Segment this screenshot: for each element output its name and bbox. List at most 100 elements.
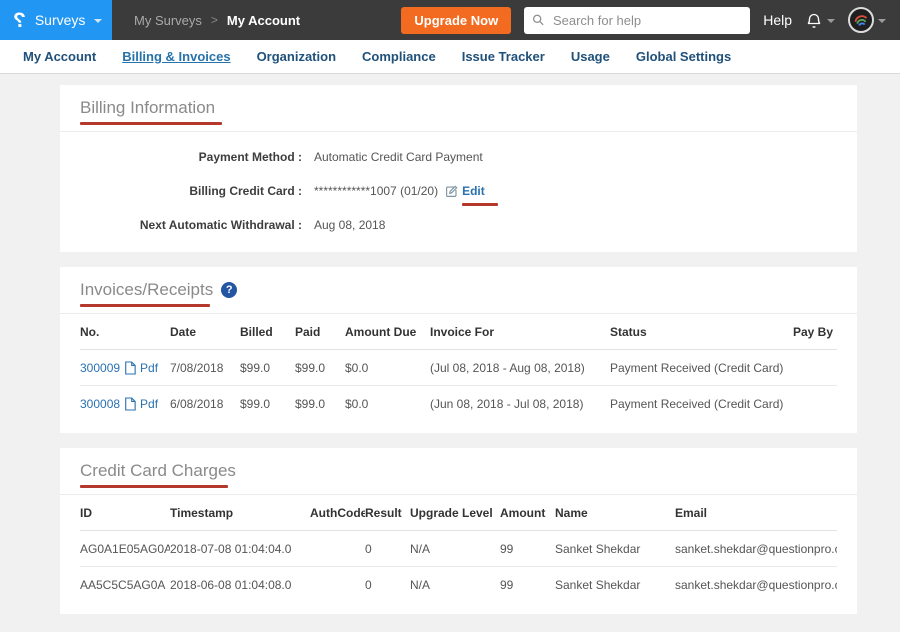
credit-card-charges-panel: Credit Card Charges ID Timestamp AuthCod… bbox=[60, 448, 857, 614]
invoice-billed: $99.0 bbox=[240, 386, 295, 422]
col-id: ID bbox=[80, 495, 170, 531]
avatar bbox=[848, 7, 874, 33]
invoice-paid: $99.0 bbox=[295, 386, 345, 422]
avatar-logo-icon bbox=[850, 9, 872, 31]
next-withdrawal-label: Next Automatic Withdrawal : bbox=[60, 218, 302, 232]
page-content: Billing Information Payment Method : Aut… bbox=[0, 74, 900, 614]
invoice-for: (Jul 08, 2018 - Aug 08, 2018) bbox=[430, 350, 610, 386]
tab-usage[interactable]: Usage bbox=[558, 40, 623, 73]
billing-information-body: Payment Method : Automatic Credit Card P… bbox=[60, 132, 857, 252]
tab-issue-tracker[interactable]: Issue Tracker bbox=[449, 40, 558, 73]
charge-name: Sanket Shekdar bbox=[555, 531, 675, 567]
col-timestamp: Timestamp bbox=[170, 495, 310, 531]
credit-card-charges-header: Credit Card Charges bbox=[60, 448, 857, 495]
invoices-header-row: No. Date Billed Paid Amount Due Invoice … bbox=[80, 314, 837, 350]
help-icon[interactable]: ? bbox=[221, 282, 237, 298]
pdf-file-icon bbox=[124, 397, 136, 411]
tab-billing-invoices[interactable]: Billing & Invoices bbox=[109, 40, 243, 73]
col-date: Date bbox=[170, 314, 240, 350]
credit-card-charges-title: Credit Card Charges bbox=[80, 461, 837, 481]
notifications-button[interactable] bbox=[805, 11, 835, 30]
card-number-masked: ************1007 (01/20) bbox=[314, 184, 438, 198]
billing-credit-card-row: Billing Credit Card : ************1007 (… bbox=[60, 174, 857, 208]
col-result: Result bbox=[365, 495, 410, 531]
edit-card-action: Edit bbox=[445, 184, 485, 198]
edit-card-link[interactable]: Edit bbox=[462, 184, 485, 198]
charge-upgrade-level: N/A bbox=[410, 531, 500, 567]
breadcrumb-current: My Account bbox=[227, 13, 300, 28]
tab-global-settings[interactable]: Global Settings bbox=[623, 40, 744, 73]
col-paid: Paid bbox=[295, 314, 345, 350]
billing-information-panel: Billing Information Payment Method : Aut… bbox=[60, 85, 857, 252]
invoice-amount-due: $0.0 bbox=[345, 386, 430, 422]
edit-pencil-icon bbox=[445, 185, 458, 198]
col-pay-by: Pay By bbox=[790, 314, 837, 350]
invoice-number-link[interactable]: 300009 bbox=[80, 361, 120, 375]
charge-authcode bbox=[310, 531, 365, 567]
account-nav: My Account Billing & Invoices Organizati… bbox=[0, 40, 900, 74]
col-no: No. bbox=[80, 314, 170, 350]
col-name: Name bbox=[555, 495, 675, 531]
breadcrumb-parent[interactable]: My Surveys bbox=[134, 13, 202, 28]
top-bar: ? Surveys My Surveys > My Account Upgrad… bbox=[0, 0, 900, 40]
col-amount-due: Amount Due bbox=[345, 314, 430, 350]
charges-table: ID Timestamp AuthCode Result Upgrade Lev… bbox=[80, 495, 837, 602]
product-menu-label: Surveys bbox=[35, 12, 86, 28]
tab-my-account[interactable]: My Account bbox=[10, 40, 109, 73]
invoices-receipts-panel: Invoices/Receipts ? No. Date Billed Paid… bbox=[60, 267, 857, 433]
col-status: Status bbox=[610, 314, 790, 350]
invoice-status: Payment Received (Credit Card) bbox=[610, 350, 790, 386]
pdf-file-icon bbox=[124, 361, 136, 375]
bell-icon bbox=[805, 11, 823, 30]
invoice-pdf-link[interactable]: Pdf bbox=[140, 397, 158, 411]
next-withdrawal-value: Aug 08, 2018 bbox=[314, 218, 385, 232]
chevron-down-icon bbox=[94, 19, 102, 23]
col-upgrade-level: Upgrade Level bbox=[410, 495, 500, 531]
billing-credit-card-label: Billing Credit Card : bbox=[60, 184, 302, 198]
red-annotation-underline bbox=[80, 485, 228, 488]
upgrade-now-button[interactable]: Upgrade Now bbox=[401, 7, 511, 34]
tab-organization[interactable]: Organization bbox=[244, 40, 349, 73]
col-billed: Billed bbox=[240, 314, 295, 350]
invoice-pay-by bbox=[790, 350, 837, 386]
chevron-down-icon bbox=[878, 19, 886, 23]
invoice-row: 300009 Pdf 7/08/2018 $99.0 $99.0 $0.0 (J… bbox=[80, 350, 837, 386]
product-menu[interactable]: ? Surveys bbox=[0, 0, 112, 40]
invoice-billed: $99.0 bbox=[240, 350, 295, 386]
charge-row: AG0A1E05AG0A 2018-07-08 01:04:04.0 0 N/A… bbox=[80, 531, 837, 567]
account-menu[interactable] bbox=[848, 7, 886, 33]
chevron-down-icon bbox=[827, 19, 835, 23]
charges-header-row: ID Timestamp AuthCode Result Upgrade Lev… bbox=[80, 495, 837, 531]
red-annotation-underline bbox=[462, 203, 498, 206]
charge-amount: 99 bbox=[500, 567, 555, 603]
invoice-number-link[interactable]: 300008 bbox=[80, 397, 120, 411]
next-withdrawal-row: Next Automatic Withdrawal : Aug 08, 2018 bbox=[60, 208, 857, 242]
invoice-amount-due: $0.0 bbox=[345, 350, 430, 386]
breadcrumb-separator-icon: > bbox=[211, 13, 218, 27]
charge-timestamp: 2018-07-08 01:04:04.0 bbox=[170, 531, 310, 567]
help-link[interactable]: Help bbox=[763, 12, 792, 28]
charge-row: AA5C5C5AG0A 2018-06-08 01:04:08.0 0 N/A … bbox=[80, 567, 837, 603]
col-authcode: AuthCode bbox=[310, 495, 365, 531]
red-annotation-underline bbox=[80, 304, 210, 307]
invoice-for: (Jun 08, 2018 - Jul 08, 2018) bbox=[430, 386, 610, 422]
invoice-date: 7/08/2018 bbox=[170, 350, 240, 386]
col-invoice-for: Invoice For bbox=[430, 314, 610, 350]
invoices-receipts-title: Invoices/Receipts bbox=[80, 280, 213, 300]
search-input[interactable] bbox=[551, 12, 742, 29]
invoice-status: Payment Received (Credit Card) bbox=[610, 386, 790, 422]
search-icon bbox=[532, 13, 545, 27]
charge-id: AA5C5C5AG0A bbox=[80, 567, 170, 603]
breadcrumb: My Surveys > My Account bbox=[134, 13, 300, 28]
tab-compliance[interactable]: Compliance bbox=[349, 40, 449, 73]
invoice-pay-by bbox=[790, 386, 837, 422]
charge-result: 0 bbox=[365, 567, 410, 603]
invoice-date: 6/08/2018 bbox=[170, 386, 240, 422]
charge-upgrade-level: N/A bbox=[410, 567, 500, 603]
charge-authcode bbox=[310, 567, 365, 603]
charge-email: sanket.shekdar@questionpro.com bbox=[675, 531, 837, 567]
billing-information-header: Billing Information bbox=[60, 85, 857, 132]
payment-method-value: Automatic Credit Card Payment bbox=[314, 150, 483, 164]
invoice-pdf-link[interactable]: Pdf bbox=[140, 361, 158, 375]
billing-credit-card-value: ************1007 (01/20) Edit bbox=[314, 184, 485, 198]
